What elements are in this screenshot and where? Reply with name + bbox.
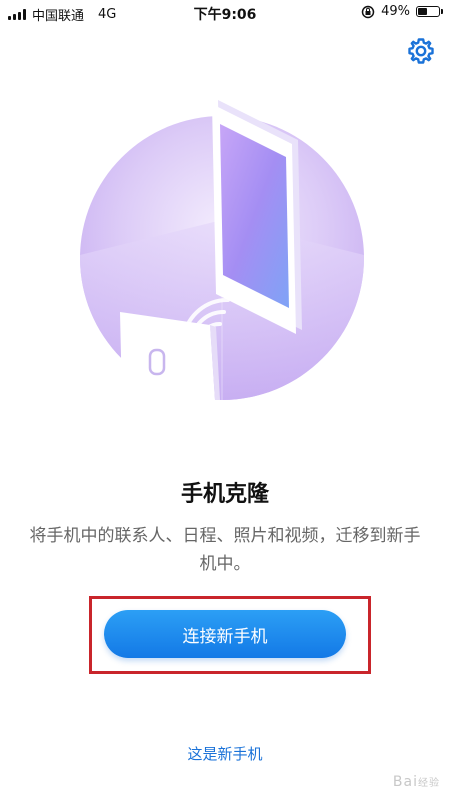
- status-bar-right: 49%: [361, 4, 443, 19]
- battery-percent: 49%: [381, 4, 410, 19]
- page-description: 将手机中的联系人、日程、照片和视频，迁移到新手机中。: [29, 526, 421, 574]
- old-phone-icon: [120, 312, 220, 400]
- connect-new-phone-button[interactable]: 连接新手机: [104, 610, 346, 658]
- status-bar: 中国联通 4G 下午9:06 49%: [0, 0, 450, 26]
- phone-clone-illustration: [60, 80, 390, 400]
- this-is-new-phone-link[interactable]: 这是新手机: [0, 743, 450, 764]
- rotation-lock-icon: [361, 5, 375, 18]
- battery-fill: [418, 8, 427, 15]
- battery-icon: [416, 6, 443, 17]
- watermark-text: Bai: [392, 774, 418, 790]
- page-title: 手机克隆: [180, 482, 269, 507]
- watermark-suffix: 经验: [418, 778, 440, 789]
- gear-icon: [408, 38, 434, 64]
- watermark: Bai经验: [393, 774, 440, 790]
- settings-button[interactable]: [406, 36, 436, 66]
